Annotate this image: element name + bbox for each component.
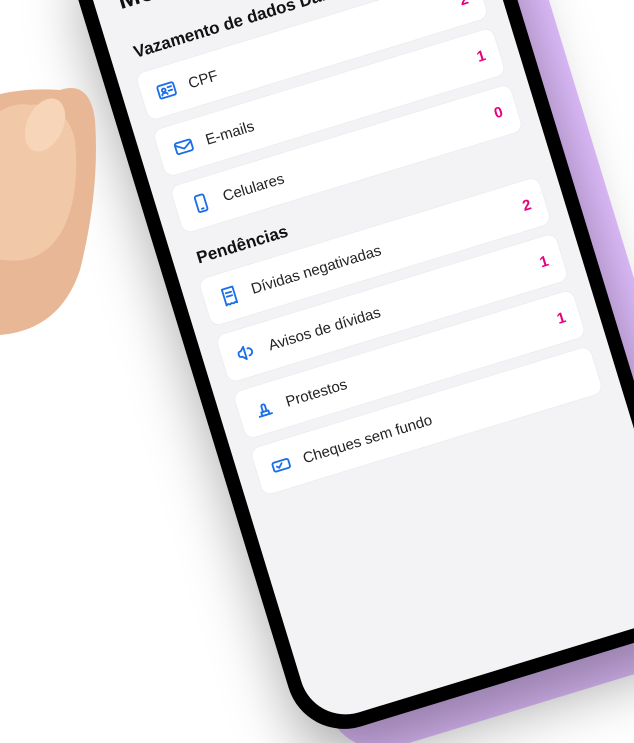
item-count: 1	[530, 252, 550, 273]
phone-frame: Monitoramento Seu plano: Premium Vazamen…	[60, 0, 634, 743]
envelope-icon	[170, 133, 197, 160]
megaphone-icon	[233, 339, 260, 366]
app-screen: Monitoramento Seu plano: Premium Vazamen…	[77, 0, 634, 726]
stamp-icon	[250, 395, 277, 422]
id-card-icon	[153, 77, 180, 104]
receipt-icon	[216, 282, 243, 309]
item-count: 1	[547, 309, 567, 330]
item-count: 2	[513, 196, 533, 217]
phone-icon	[187, 190, 214, 217]
item-count: 0	[485, 103, 505, 124]
item-count: 1	[467, 47, 487, 68]
check-icon	[268, 452, 295, 479]
item-count	[567, 373, 582, 378]
